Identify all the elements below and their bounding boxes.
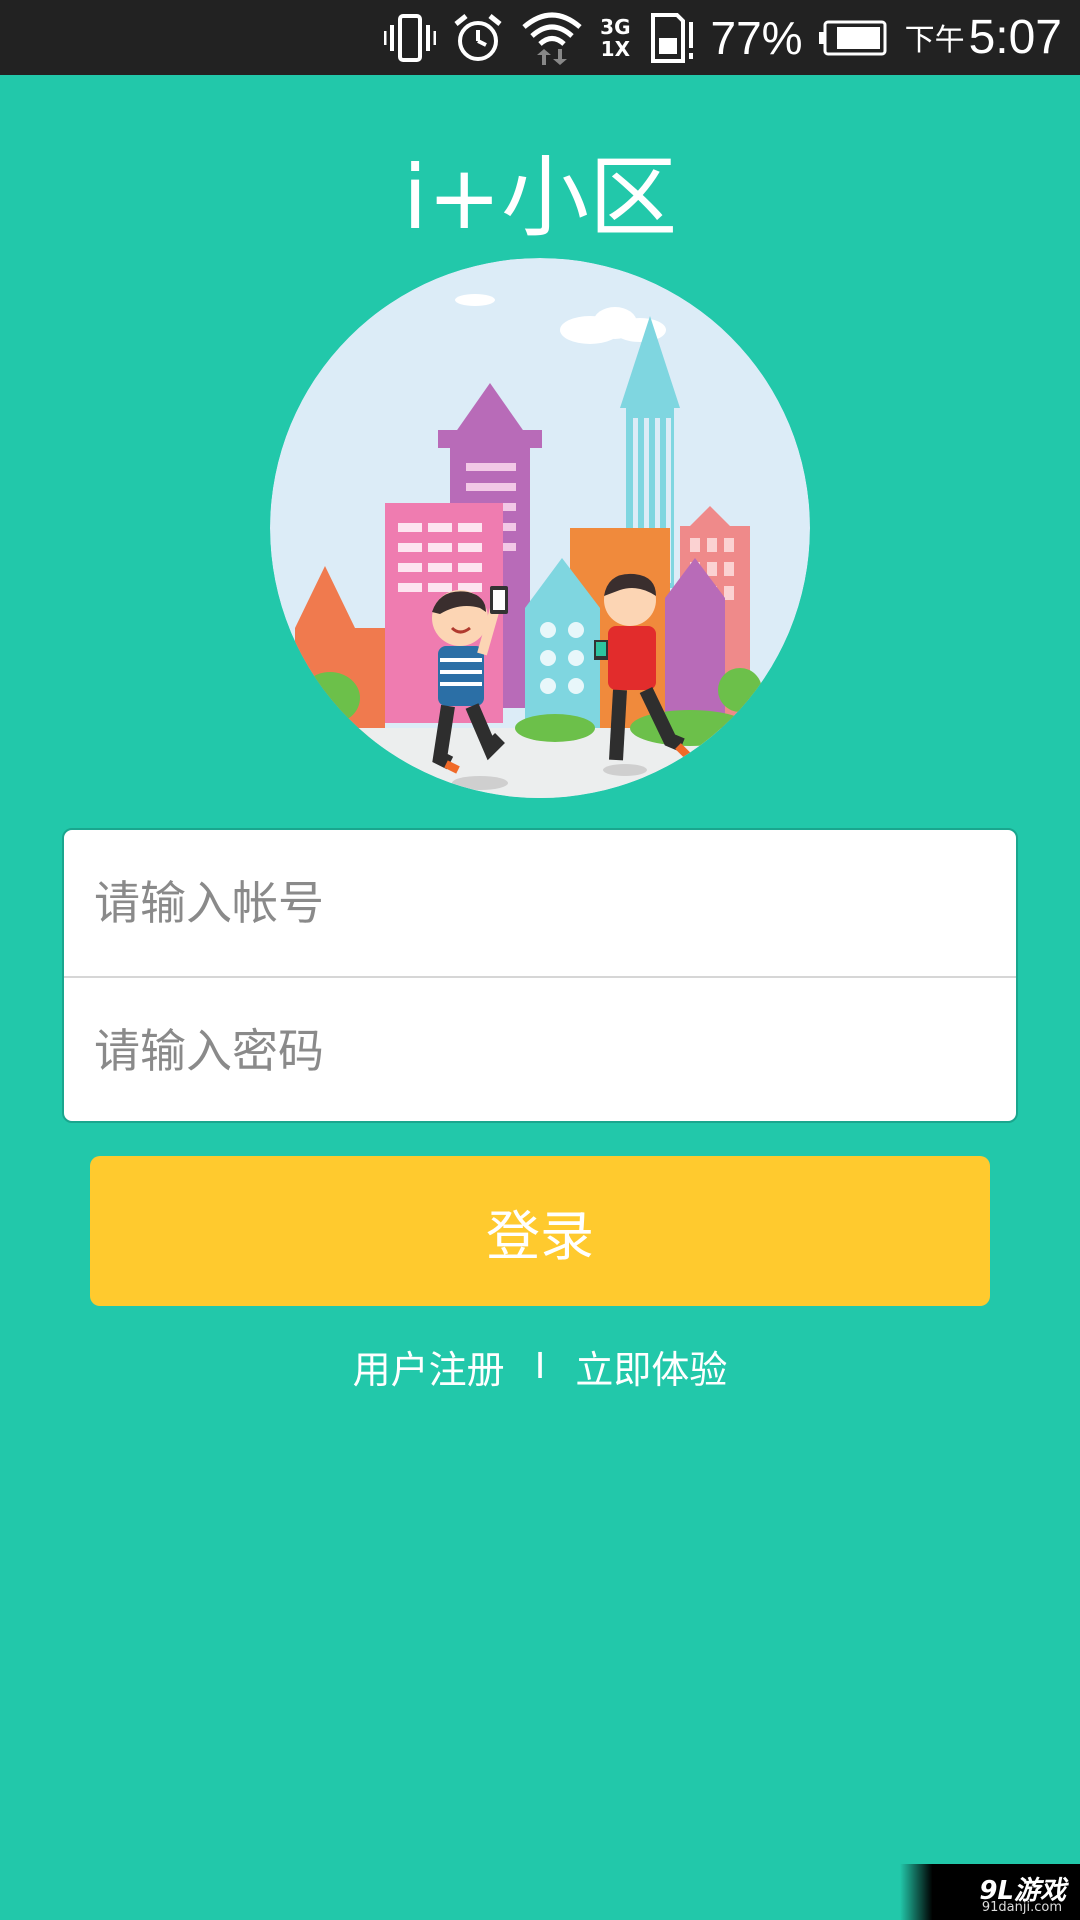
link-separator: I [534, 1345, 546, 1387]
register-link[interactable]: 用户注册 [353, 1339, 505, 1394]
wifi-icon [520, 9, 584, 67]
alarm-icon [452, 12, 504, 64]
cellular-signal-icon: 3G 1X [600, 16, 630, 60]
bottom-links: 用户注册 I 立即体验 [0, 1340, 1080, 1392]
login-button[interactable]: 登录 [90, 1156, 990, 1306]
account-input[interactable] [92, 875, 1016, 931]
password-input[interactable] [92, 1023, 1016, 1079]
sim-card-icon [647, 12, 697, 64]
vibrate-icon [384, 13, 437, 63]
clock-time: 5:07 [968, 11, 1062, 64]
status-bar: 3G 1X 77% 下午 5:07 [0, 0, 1080, 75]
network-type-3g: 3G [600, 14, 631, 39]
battery-percent: 77% [710, 11, 803, 64]
login-form [62, 828, 1018, 1123]
watermark: 9L游戏 91danji.com [900, 1864, 1080, 1920]
city-illustration [270, 258, 810, 798]
network-type-1x: 1X [600, 36, 630, 61]
password-field[interactable] [64, 978, 1016, 1124]
app-title: i+小区 [402, 146, 678, 249]
battery-icon [818, 20, 887, 56]
time-ampm: 下午 [904, 23, 965, 58]
watermark-url: 91danji.com [981, 1900, 1062, 1915]
hero-illustration [270, 258, 810, 798]
try-now-link[interactable]: 立即体验 [575, 1339, 727, 1394]
account-field[interactable] [64, 830, 1016, 976]
